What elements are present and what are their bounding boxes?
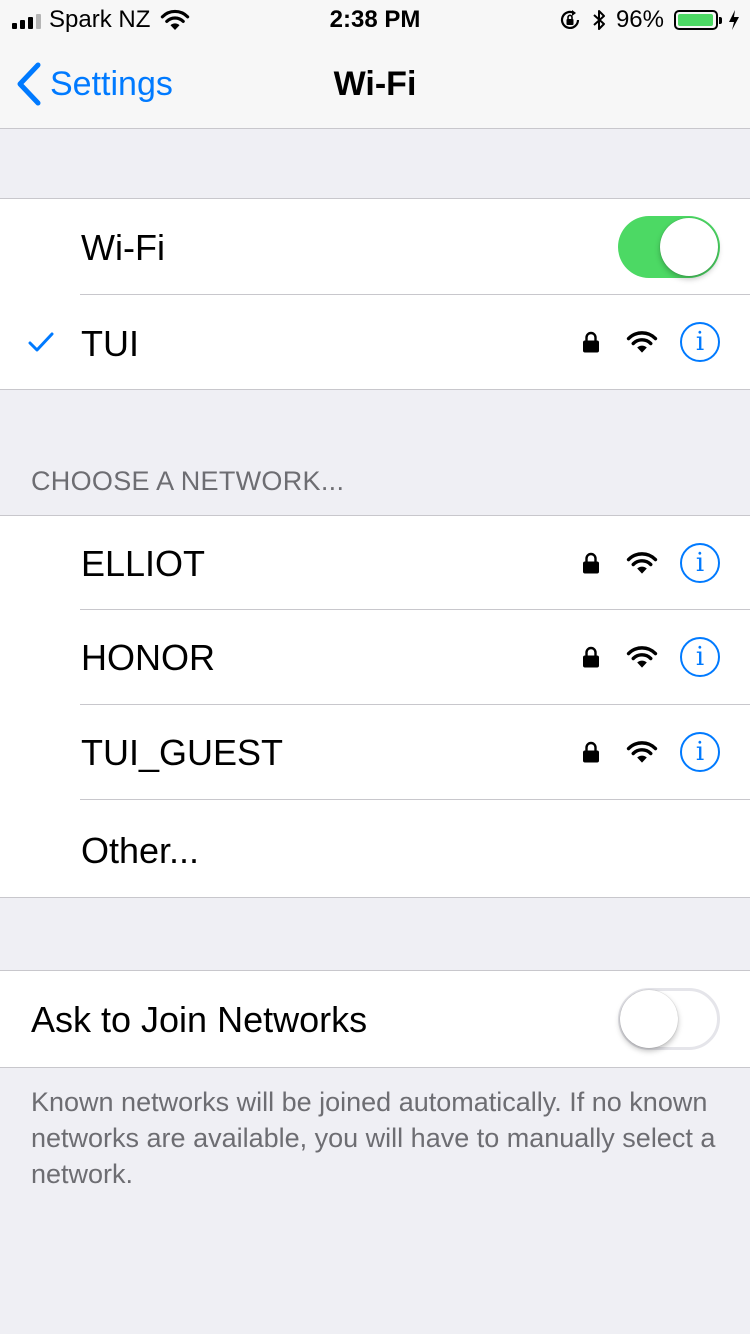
network-icons: i [582, 322, 720, 362]
network-name: ELLIOT [81, 543, 206, 584]
info-icon[interactable]: i [680, 637, 720, 677]
network-name: HONOR [81, 637, 215, 678]
networks-group: ELLIOT i HONOR i TUI_GUEST i Other... [0, 515, 750, 898]
wifi-signal-icon [626, 331, 658, 353]
network-row[interactable]: ELLIOT i [0, 516, 750, 610]
status-bar: Spark NZ 2:38 PM 96% [0, 0, 750, 40]
lock-icon [583, 331, 599, 353]
wifi-signal-icon [626, 552, 658, 574]
navigation-bar: Settings Wi-Fi [0, 40, 750, 129]
network-icons: i [582, 732, 720, 772]
wifi-signal-icon [626, 741, 658, 763]
connected-network-name: TUI [81, 323, 139, 364]
orientation-lock-icon [560, 10, 580, 29]
ask-to-join-label: Ask to Join Networks [31, 999, 368, 1040]
ask-to-join-footer: Known networks will be joined automatica… [31, 1087, 716, 1189]
ask-to-join-switch[interactable] [618, 988, 720, 1050]
other-network-label: Other... [81, 830, 200, 871]
connected-network-row[interactable]: TUI i [0, 295, 750, 389]
info-icon[interactable]: i [680, 543, 720, 583]
other-network-row[interactable]: Other... [0, 800, 750, 897]
wifi-signal-icon [626, 646, 658, 668]
toggle-knob [660, 218, 718, 276]
network-name: TUI_GUEST [81, 732, 284, 773]
bluetooth-icon [593, 10, 605, 30]
wifi-toggle-switch[interactable] [618, 216, 720, 278]
status-right: 96% [558, 5, 740, 35]
lock-icon [583, 646, 599, 668]
info-icon[interactable]: i [680, 732, 720, 772]
charging-bolt-icon [729, 10, 739, 30]
lock-icon [583, 552, 599, 574]
battery-nub [719, 17, 722, 24]
checkmark-icon [28, 332, 54, 352]
wifi-toggle-row: Wi-Fi [0, 199, 750, 295]
networks-section-header: CHOOSE A NETWORK... [31, 466, 345, 496]
network-icons: i [582, 543, 720, 583]
ask-to-join-group: Ask to Join Networks [0, 970, 750, 1068]
network-row[interactable]: HONOR i [0, 610, 750, 705]
wifi-toggle-label: Wi-Fi [81, 227, 165, 268]
page-title: Wi-Fi [333, 65, 417, 103]
lock-icon [583, 741, 599, 763]
battery-icon [674, 10, 722, 30]
network-icons: i [582, 637, 720, 677]
battery-level [678, 14, 713, 26]
battery-percent: 96% [615, 6, 664, 33]
toggle-knob [620, 990, 678, 1048]
info-icon[interactable]: i [680, 322, 720, 362]
wifi-group: Wi-Fi TUI i [0, 198, 750, 390]
network-row[interactable]: TUI_GUEST i [0, 705, 750, 800]
